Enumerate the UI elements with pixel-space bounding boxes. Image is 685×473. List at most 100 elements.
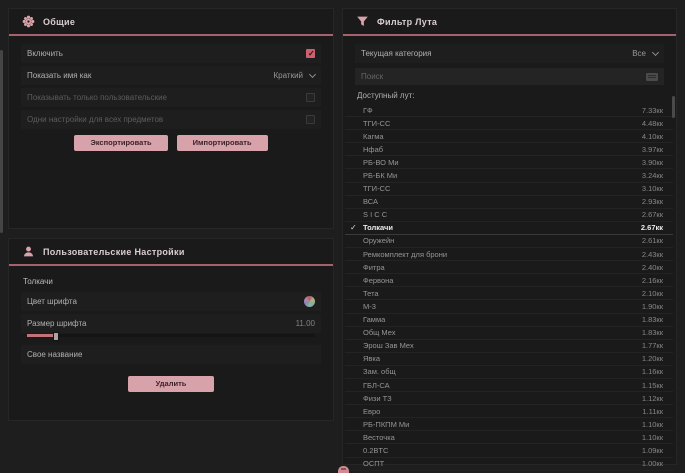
window-scrollbar[interactable] [0, 50, 3, 233]
user-settings-panel-title: Пользовательские Настройки [43, 247, 185, 257]
list-item[interactable]: ✓ Физи ТЗ 1.12кк [345, 392, 673, 405]
list-item[interactable]: ✓ РБ-ВО Ми 3.90кк [345, 156, 673, 169]
list-item[interactable]: ✓ Зам. общ 1.16кк [345, 366, 673, 379]
search-placeholder: Поиск [361, 72, 383, 81]
list-item[interactable]: ✓ Гамма 1.83кк [345, 314, 673, 327]
chevron-down-icon [309, 71, 316, 78]
list-item[interactable]: ✓ Тета 2.10кк [345, 287, 673, 300]
loot-item-name: Физи ТЗ [363, 394, 392, 403]
keyboard-icon[interactable] [646, 73, 658, 81]
same-settings-label: Одни настройки для всех предметов [27, 115, 163, 124]
loot-item-value: 1.10кк [642, 433, 663, 442]
loot-item-name: ГБЛ-СА [363, 381, 390, 390]
font-size-label: Размер шрифта [27, 319, 86, 328]
list-item[interactable]: ✓ РБ-ПКПМ Ми 1.10кк [345, 418, 673, 431]
same-settings-checkbox[interactable] [306, 115, 315, 124]
list-item[interactable]: ✓ М-3 1.90кк [345, 300, 673, 313]
loot-item-name: Явка [363, 354, 380, 363]
loot-item-value: 2.10кк [642, 289, 663, 298]
loot-item-name: ОСПТ [363, 459, 384, 468]
list-item[interactable]: ✓ Толкачи 2.67кк [345, 222, 673, 235]
loot-item-value: 1.77кк [642, 341, 663, 350]
user-settings-panel-header: Пользовательские Настройки [9, 239, 333, 266]
export-button[interactable]: Экспортировать [74, 135, 167, 151]
loot-item-name: ТГИ-СС [363, 184, 390, 193]
loot-item-value: 1.20кк [642, 354, 663, 363]
list-item[interactable]: ✓ Общ Мех 1.83кк [345, 327, 673, 340]
list-item[interactable]: ✓ ГБЛ-СА 1.15кк [345, 379, 673, 392]
list-item[interactable]: ✓ Кагма 4.10кк [345, 130, 673, 143]
loot-item-name: ГФ [363, 106, 373, 115]
list-item[interactable]: ✓ Фервона 2.16кк [345, 274, 673, 287]
category-select[interactable]: Все [632, 49, 658, 58]
user-icon [22, 245, 35, 258]
loot-filter-panel-title: Фильтр Лута [377, 17, 437, 27]
loot-item-value: 1.83кк [642, 315, 663, 324]
loot-list-scrollbar[interactable] [672, 96, 675, 118]
loot-item-value: 2.61кк [642, 236, 663, 245]
list-item[interactable]: ✓ S I C C 2.67кк [345, 209, 673, 222]
loot-item-name: 0.2BTC [363, 446, 388, 455]
loot-item-name: Гамма [363, 315, 385, 324]
loot-item-value: 1.12кк [642, 394, 663, 403]
font-size-slider[interactable] [27, 334, 315, 337]
setting-row-name-mode: Показать имя как Краткий [21, 66, 321, 85]
loot-item-name: Общ Мех [363, 328, 395, 337]
loot-item-value: 1.11кк [642, 407, 663, 416]
search-input[interactable]: Поиск [355, 68, 664, 85]
font-color-label: Цвет шрифта [27, 297, 77, 306]
font-size-row: Размер шрифта 11.00 [21, 314, 321, 333]
delete-button[interactable]: Удалить [128, 376, 215, 392]
list-item[interactable]: ✓ Фитра 2.40кк [345, 261, 673, 274]
loot-filter-panel-header: Фильтр Лута [343, 9, 676, 36]
list-item[interactable]: ✓ ВСА 2.93кк [345, 196, 673, 209]
list-item[interactable]: ✓ Явка 1.20кк [345, 353, 673, 366]
loot-item-name: Евро [363, 407, 380, 416]
loot-item-name: Зам. общ [363, 367, 396, 376]
list-item[interactable]: ✓ ГФ 7.33кк [345, 104, 673, 117]
list-item[interactable]: ✓ ТГИ-СС 3.10кк [345, 183, 673, 196]
custom-name-input[interactable]: Свое название [21, 345, 321, 364]
list-item[interactable]: ✓ Ремкомплект для брони 2.43кк [345, 248, 673, 261]
bottom-handle-icon[interactable] [338, 466, 349, 473]
list-item[interactable]: ✓ Оружейн 2.61кк [345, 235, 673, 248]
loot-item-name: ТГИ-СС [363, 119, 390, 128]
loot-item-value: 2.67кк [641, 223, 663, 232]
loot-item-name: РБ-ВО Ми [363, 158, 399, 167]
setting-row-enable: Включить [21, 44, 321, 63]
only-custom-checkbox[interactable] [306, 93, 315, 102]
setting-row-same-settings: Одни настройки для всех предметов [21, 110, 321, 129]
name-mode-select[interactable]: Краткий [274, 71, 315, 80]
color-wheel-icon[interactable] [304, 296, 315, 307]
list-item[interactable]: ✓ 0.2BTC 1.09кк [345, 444, 673, 457]
slider-handle[interactable] [53, 332, 59, 341]
general-panel-title: Общие [43, 17, 75, 27]
loot-item-value: 3.90кк [642, 158, 663, 167]
font-color-row: Цвет шрифта [21, 292, 321, 311]
list-item[interactable]: ✓ Евро 1.11кк [345, 405, 673, 418]
list-item[interactable]: ✓ ТГИ-СС 4.48кк [345, 117, 673, 130]
loot-list: ✓ ГФ 7.33кк ✓ ТГИ-СС 4.48кк ✓ Кагма 4.10… [345, 104, 673, 471]
category-row: Текущая категория Все [355, 44, 664, 63]
loot-item-value: 3.24кк [642, 171, 663, 180]
enable-label: Включить [27, 49, 63, 58]
loot-item-name: РБ-БК Ми [363, 171, 397, 180]
loot-item-name: Толкачи [363, 223, 393, 232]
list-item[interactable]: ✓ Весточка 1.10кк [345, 431, 673, 444]
loot-item-name: Тета [363, 289, 379, 298]
loot-item-value: 2.43кк [642, 250, 663, 259]
list-item[interactable]: ✓ ОСПТ 1.00кк [345, 458, 673, 471]
loot-item-name: М-3 [363, 302, 376, 311]
loot-filter-panel: Фильтр Лута Текущая категория Все Поиск … [342, 8, 677, 465]
loot-item-value: 4.48кк [642, 119, 663, 128]
category-value: Все [632, 49, 646, 58]
list-item[interactable]: ✓ Нфаб 3.97кк [345, 143, 673, 156]
loot-item-value: 1.09кк [642, 446, 663, 455]
loot-item-value: 3.10кк [642, 184, 663, 193]
loot-item-name: Весточка [363, 433, 395, 442]
enable-checkbox[interactable] [306, 49, 315, 58]
only-custom-label: Показывать только пользовательские [27, 93, 167, 102]
list-item[interactable]: ✓ РБ-БК Ми 3.24кк [345, 169, 673, 182]
list-item[interactable]: ✓ Эрош Зав Мех 1.77кк [345, 340, 673, 353]
import-button[interactable]: Импортировать [177, 135, 268, 151]
